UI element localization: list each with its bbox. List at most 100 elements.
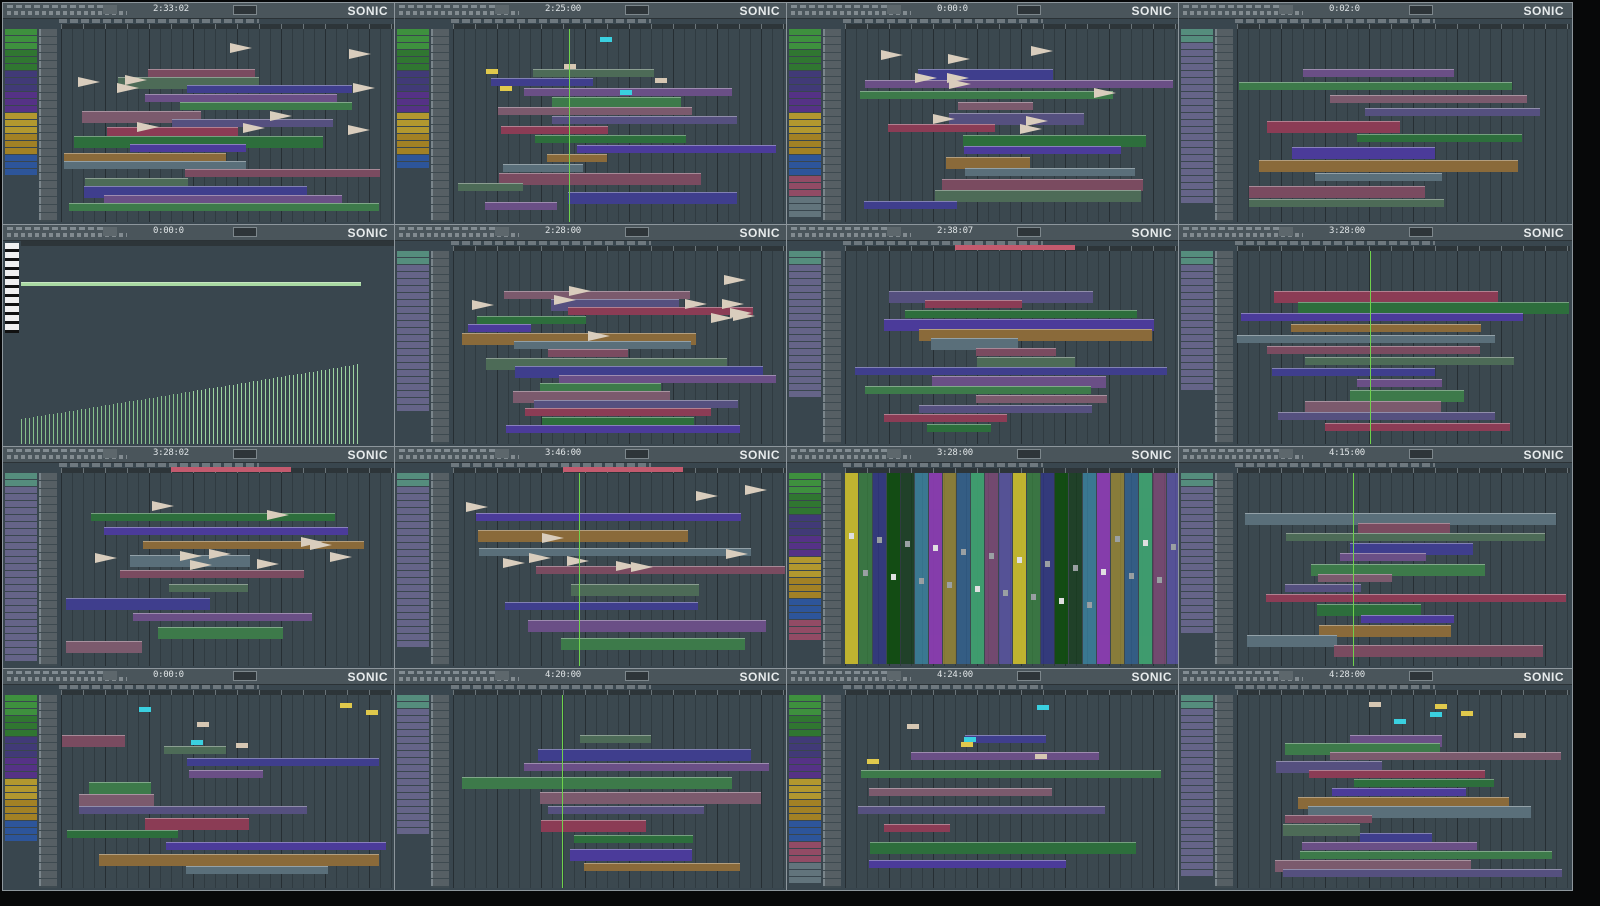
velocity-bar[interactable]	[265, 379, 266, 444]
track-header[interactable]	[39, 85, 57, 92]
velocity-bar[interactable]	[133, 400, 134, 444]
velocity-bar[interactable]	[69, 411, 70, 444]
track-header[interactable]	[39, 553, 57, 560]
note-group[interactable]	[961, 742, 973, 747]
mixer-channel-strip[interactable]	[1013, 473, 1026, 664]
track-header[interactable]	[39, 719, 57, 726]
pattern-clip[interactable]	[534, 400, 738, 408]
playlist-area[interactable]	[1237, 251, 1570, 444]
envelope-clip-shape[interactable]	[349, 49, 371, 59]
browser-item[interactable]	[789, 487, 821, 493]
track-header[interactable]	[431, 53, 449, 60]
track-header[interactable]	[823, 609, 841, 616]
pattern-selector[interactable]	[1409, 449, 1433, 459]
track-header[interactable]	[39, 633, 57, 640]
track-header[interactable]	[431, 85, 449, 92]
browser-item[interactable]	[789, 536, 821, 542]
browser-item[interactable]	[1181, 134, 1213, 140]
browser-item[interactable]	[5, 634, 37, 640]
browser-item[interactable]	[1181, 807, 1213, 813]
pattern-clip[interactable]	[884, 824, 950, 832]
track-header[interactable]	[823, 197, 841, 204]
track-header[interactable]	[1215, 101, 1233, 108]
track-header[interactable]	[39, 711, 57, 718]
browser-item[interactable]	[789, 592, 821, 598]
browser-item[interactable]	[789, 265, 821, 271]
pattern-clip[interactable]	[574, 835, 693, 843]
browser-item[interactable]	[5, 702, 37, 708]
browser-item[interactable]	[5, 800, 37, 806]
browser-item[interactable]	[789, 494, 821, 500]
browser-item[interactable]	[789, 702, 821, 708]
browser-item[interactable]	[1181, 564, 1213, 570]
track-header[interactable]	[431, 529, 449, 536]
track-header[interactable]	[39, 165, 57, 172]
browser-item[interactable]	[789, 599, 821, 605]
track-header[interactable]	[1215, 823, 1233, 830]
browser-item[interactable]	[1181, 36, 1213, 42]
browser-item[interactable]	[789, 744, 821, 750]
track-header[interactable]	[431, 379, 449, 386]
track-header[interactable]	[823, 791, 841, 798]
browser-item[interactable]	[5, 501, 37, 507]
browser-item[interactable]	[1181, 772, 1213, 778]
velocity-bar[interactable]	[21, 419, 22, 444]
browser-item[interactable]	[1181, 176, 1213, 182]
envelope-clip-shape[interactable]	[726, 549, 748, 559]
browser-item[interactable]	[789, 772, 821, 778]
pattern-clip[interactable]	[528, 620, 766, 632]
browser-item[interactable]	[1181, 800, 1213, 806]
pattern-clip[interactable]	[548, 806, 704, 814]
track-header[interactable]	[431, 117, 449, 124]
track-header[interactable]	[823, 585, 841, 592]
track-header[interactable]	[431, 727, 449, 734]
mixer-channel-strip[interactable]	[887, 473, 900, 664]
pattern-clip[interactable]	[858, 806, 1105, 814]
track-header[interactable]	[39, 157, 57, 164]
track-header[interactable]	[431, 125, 449, 132]
track-header[interactable]	[39, 839, 57, 846]
track-header[interactable]	[823, 157, 841, 164]
browser-item[interactable]	[5, 50, 37, 56]
track-header[interactable]	[823, 315, 841, 322]
track-header[interactable]	[39, 799, 57, 806]
browser-item[interactable]	[789, 695, 821, 701]
track-header[interactable]	[431, 735, 449, 742]
browser-item[interactable]	[789, 842, 821, 848]
track-header[interactable]	[823, 355, 841, 362]
track-header[interactable]	[1215, 307, 1233, 314]
pattern-selector[interactable]	[233, 227, 257, 237]
browser-item[interactable]	[5, 709, 37, 715]
track-header[interactable]	[431, 695, 449, 702]
track-header[interactable]	[431, 847, 449, 854]
velocity-bar[interactable]	[77, 409, 78, 444]
track-header[interactable]	[1215, 641, 1233, 648]
browser-item[interactable]	[1181, 190, 1213, 196]
browser-item[interactable]	[1181, 265, 1213, 271]
track-header[interactable]	[431, 473, 449, 480]
track-header[interactable]	[1215, 117, 1233, 124]
track-header[interactable]	[823, 617, 841, 624]
velocity-bar[interactable]	[217, 387, 218, 444]
track-header[interactable]	[823, 205, 841, 212]
velocity-bar[interactable]	[241, 383, 242, 444]
velocity-bar[interactable]	[341, 367, 342, 444]
track-header[interactable]	[823, 275, 841, 282]
pattern-clip[interactable]	[104, 195, 342, 203]
track-header[interactable]	[1215, 315, 1233, 322]
track-header[interactable]	[1215, 879, 1233, 886]
track-header[interactable]	[39, 489, 57, 496]
browser-item[interactable]	[5, 779, 37, 785]
playhead-line[interactable]	[562, 695, 563, 888]
browser-item[interactable]	[397, 606, 429, 612]
velocity-bar[interactable]	[249, 381, 250, 444]
track-header[interactable]	[1215, 267, 1233, 274]
track-header[interactable]	[431, 395, 449, 402]
browser-item[interactable]	[397, 599, 429, 605]
menu-bar[interactable]	[7, 671, 107, 674]
track-header[interactable]	[431, 371, 449, 378]
track-header[interactable]	[431, 759, 449, 766]
track-header[interactable]	[39, 649, 57, 656]
track-header[interactable]	[431, 601, 449, 608]
track-header[interactable]	[1215, 275, 1233, 282]
